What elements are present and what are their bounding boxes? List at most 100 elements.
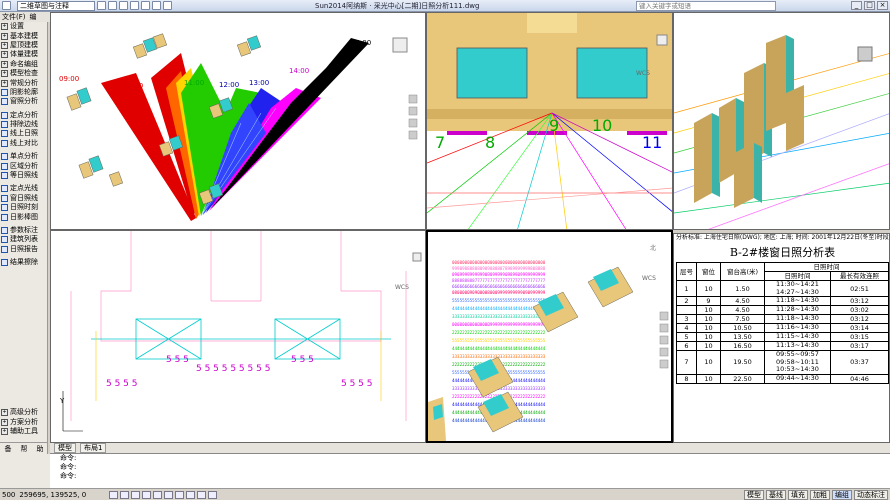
hour-label-13: 13:00: [249, 79, 269, 87]
palette-item-28[interactable]: 结果擦除: [0, 258, 47, 267]
status-toggle-1[interactable]: 基线: [766, 490, 786, 500]
status-toggle-5[interactable]: 动态标注: [854, 490, 888, 500]
lwt-icon[interactable]: [197, 490, 207, 499]
palette-bottom-item-1[interactable]: + 方案分析: [0, 417, 48, 426]
viewport-analysis-table[interactable]: 分析标准: 上海住宅日照(DWG); 地区: 上海; 时间: 2001年12月2…: [673, 233, 890, 443]
scale-value[interactable]: 500: [2, 491, 15, 499]
viewport-elevation[interactable]: 7 8 9 10 11 WCS: [426, 12, 673, 230]
viewcube-icon[interactable]: [392, 37, 408, 53]
palette-item-4[interactable]: + 命名编组: [0, 60, 47, 69]
palette-item-21[interactable]: 日照时刻: [0, 203, 47, 212]
cell-floor: [676, 305, 697, 315]
palette-item-24[interactable]: 参数标注: [0, 226, 47, 235]
menu-edit[interactable]: 编: [30, 12, 37, 22]
maximize-button[interactable]: □: [864, 1, 875, 10]
tab-model[interactable]: 模型: [54, 443, 76, 453]
workspace-select[interactable]: 二维草图与注释: [17, 0, 95, 11]
app-menu-icon[interactable]: [2, 1, 11, 10]
viewport-plan[interactable]: 5 5 5 5 5 5 5 5 5 5 5 5 5 5 5 5 5 5 5 5 …: [50, 230, 426, 443]
palette-item-25[interactable]: 建筑列表: [0, 235, 47, 244]
cell-period: 11:28~14:30: [764, 305, 831, 315]
cell-floor: 4: [676, 323, 697, 333]
palette-item-6[interactable]: + 常规分析: [0, 78, 47, 87]
palette-item-26[interactable]: 日照报告: [0, 245, 47, 254]
tool-icon: [1, 227, 8, 234]
palette-foot-1[interactable]: 备: [5, 443, 12, 454]
osnap-icon[interactable]: [153, 490, 163, 499]
palette-item-label: 区域分析: [10, 161, 38, 170]
command-prompt[interactable]: 命令:: [60, 472, 890, 481]
palette-item-label: 窗照分析: [10, 97, 38, 106]
close-button[interactable]: ×: [877, 1, 888, 10]
palette-foot-2[interactable]: 帮: [21, 443, 28, 454]
palette-item-5[interactable]: + 模型检查: [0, 69, 47, 78]
plan-5-b: 5 5 5 5 5 5 5 5 5: [196, 364, 270, 374]
palette-item-13[interactable]: 线上对比: [0, 139, 47, 148]
save-icon[interactable]: [119, 1, 128, 10]
viewport-shadow-fan[interactable]: 09:00 16:00 11:00 12:00 13:00 14:00 15:0…: [50, 12, 426, 230]
hour-label-15: 15:00: [351, 39, 371, 47]
table-row: 10 4.50 11:28~14:30 03:02: [676, 305, 889, 315]
status-toggle-3[interactable]: 加粗: [810, 490, 830, 500]
palette-bottom-item-2[interactable]: + 辅助工具: [0, 427, 48, 436]
status-toggle-2[interactable]: 填充: [788, 490, 808, 500]
svg-text:000000000000000000000000000000: 0000000000000000000000000000000000000: [452, 260, 546, 265]
viewport-grid-analysis[interactable]: 0000000000000000000000000000000000000 99…: [426, 230, 673, 443]
open-file-icon[interactable]: [108, 1, 117, 10]
redo-icon[interactable]: [152, 1, 161, 10]
polar-icon[interactable]: [142, 490, 152, 499]
print-icon[interactable]: [163, 1, 172, 10]
save-as-icon[interactable]: [130, 1, 139, 10]
tab-layout1[interactable]: 布局1: [80, 443, 107, 453]
svg-text:444444444444444444444444444444: 4444444444444444444444444444444444444: [452, 346, 546, 351]
viewcube-icon-2[interactable]: [656, 34, 668, 46]
palette-item-16[interactable]: 区域分析: [0, 161, 47, 170]
tool-icon: [1, 236, 8, 244]
palette-item-19[interactable]: 定点光线: [0, 184, 47, 193]
viewport-3d[interactable]: [673, 12, 890, 230]
palette-item-7[interactable]: 阴影轮廓: [0, 88, 47, 97]
ducs-icon[interactable]: [175, 490, 185, 499]
ortho-icon[interactable]: [131, 490, 141, 499]
grid-icon[interactable]: [120, 490, 130, 499]
palette-item-1[interactable]: + 基本建模: [0, 31, 47, 40]
undo-icon[interactable]: [141, 1, 150, 10]
vp2-label-10: 10: [592, 116, 612, 135]
palette-item-15[interactable]: 单点分析: [0, 152, 47, 161]
minimize-button[interactable]: _: [851, 1, 862, 10]
palette-foot-3[interactable]: 助: [37, 443, 44, 454]
menu-file[interactable]: 文件(F): [2, 12, 26, 22]
palette-item-10[interactable]: 定点分析: [0, 111, 47, 120]
palette-item-2[interactable]: + 屋顶建模: [0, 41, 47, 50]
plan-5-d: 5 5 5: [166, 355, 189, 365]
palette-item-3[interactable]: + 体量建模: [0, 50, 47, 59]
nav-bar-5[interactable]: [659, 311, 669, 369]
palette-item-11[interactable]: 排除边线: [0, 120, 47, 129]
palette-bottom-item-0[interactable]: + 高级分析: [0, 408, 48, 417]
status-toggle-0[interactable]: 模型: [744, 490, 764, 500]
viewcube-icon-4[interactable]: [412, 252, 422, 262]
cell-longest: 02:51: [830, 280, 889, 297]
tool-icon: [1, 204, 8, 212]
otrack-icon[interactable]: [164, 490, 174, 499]
new-file-icon[interactable]: [97, 1, 106, 10]
qp-icon[interactable]: [208, 490, 218, 499]
palette-item-8[interactable]: 窗照分析: [0, 97, 47, 106]
palette-item-12[interactable]: 线上日照: [0, 129, 47, 138]
command-window[interactable]: 命令: 命令: 命令:: [50, 453, 890, 488]
nav-bar[interactable]: [408, 94, 418, 140]
status-toggle-4[interactable]: 编组: [832, 490, 852, 500]
cell-period: 11:30~14:21 14:27~14:30: [764, 280, 831, 297]
viewcube-icon-3[interactable]: [857, 46, 873, 62]
tool-palette-bottom: + 高级分析 + 方案分析 + 辅助工具: [0, 408, 48, 436]
search-input[interactable]: 键入关键字或短语: [636, 1, 776, 11]
command-side: [0, 454, 50, 488]
tool-icon: [1, 130, 8, 138]
palette-item-0[interactable]: + 设置: [0, 22, 47, 31]
palette-item-22[interactable]: 日影棒图: [0, 212, 47, 221]
table-row: 7 10 19.50 09:55~09:57 09:58~10:11 10:53~14…: [676, 350, 889, 375]
palette-item-20[interactable]: 窗日照线: [0, 194, 47, 203]
dyn-icon[interactable]: [186, 490, 196, 499]
snap-icon[interactable]: [109, 490, 119, 499]
palette-item-17[interactable]: 等日照线: [0, 171, 47, 180]
